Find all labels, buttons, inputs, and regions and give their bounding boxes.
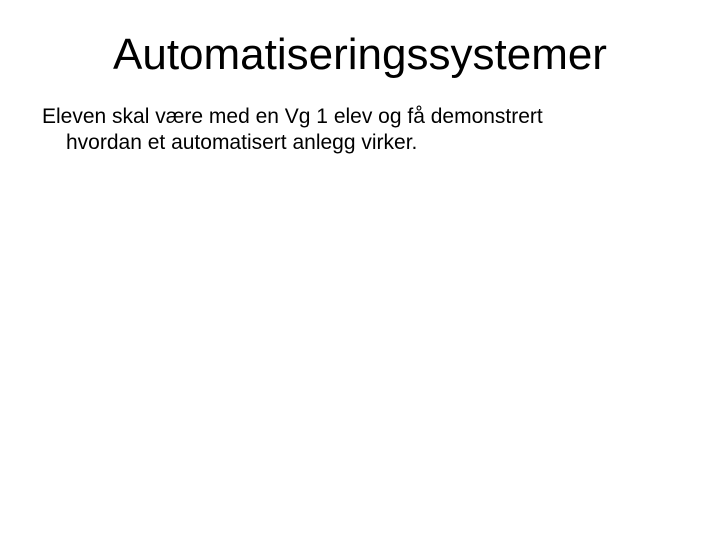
slide-title: Automatiseringssystemer bbox=[42, 30, 678, 80]
slide-container: Automatiseringssystemer Eleven skal være… bbox=[0, 0, 720, 540]
slide-body: Eleven skal være med en Vg 1 elev og få … bbox=[42, 104, 678, 157]
body-line-2: hvordan et automatisert anlegg virker. bbox=[42, 130, 678, 156]
body-line-1: Eleven skal være med en Vg 1 elev og få … bbox=[42, 105, 543, 128]
